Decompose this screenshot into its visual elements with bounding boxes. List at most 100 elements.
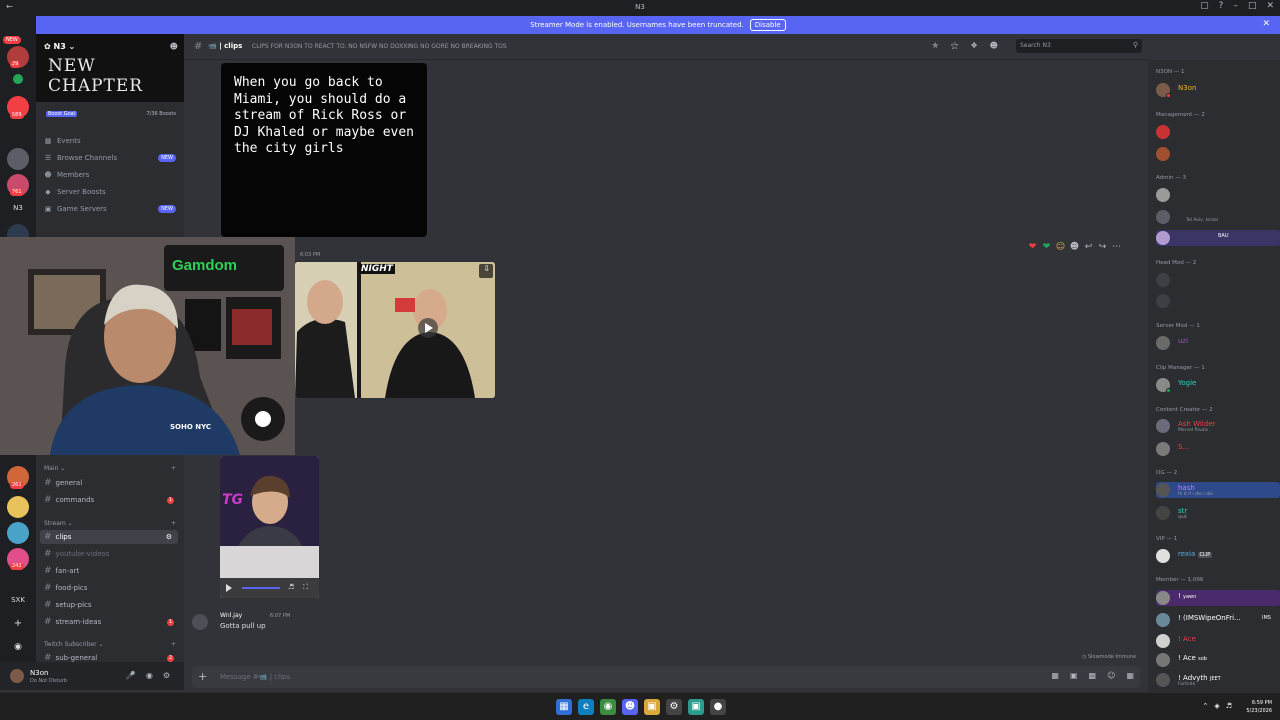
text-image-attachment[interactable]: When you go back to Miami, you should do… [221, 63, 427, 237]
message-composer[interactable]: + Message #📹 | clips ▦ ▣ ▩ ☺ ▦ [192, 666, 1140, 688]
message-author[interactable]: Wnl.jay [220, 612, 242, 619]
member-item[interactable]: ! Ace [1156, 633, 1280, 649]
discover-icon[interactable]: ◉ [6, 642, 30, 652]
category-twitch-subscriber[interactable]: Twitch Subscriber ⌄ + [44, 641, 176, 648]
channel-setup-pics[interactable]: # setup-pics [40, 598, 178, 612]
emoji-icon[interactable]: ☺ [1107, 671, 1115, 680]
nav-game-servers[interactable]: ▣ Game Servers NEW [44, 205, 176, 213]
member-item[interactable]: Tel Aviv, Israel [1156, 209, 1280, 225]
volume-icon[interactable]: ♬ [288, 583, 294, 591]
member-item[interactable]: str quit [1156, 505, 1280, 521]
nav-server-boosts[interactable]: ◆ Server Boosts [44, 188, 176, 196]
settings-icon[interactable]: ⚙ [166, 533, 172, 541]
member-item[interactable]: S... [1156, 441, 1280, 457]
server-icon[interactable] [13, 74, 23, 84]
add-channel-icon[interactable]: + [171, 465, 176, 472]
threads-icon[interactable]: ✯ [932, 41, 939, 51]
clock[interactable]: 6:59 PM 5/23/2026 [1246, 699, 1272, 715]
channel-fan-art[interactable]: # fan-art [40, 564, 178, 578]
member-item[interactable]: ! (IMSWipeOnFri... IMS [1156, 612, 1280, 628]
member-item[interactable]: hash fk it if i die i die [1156, 482, 1280, 498]
member-item[interactable]: ! Ace sob [1156, 652, 1280, 668]
pin-icon[interactable]: ❖ [970, 41, 977, 51]
close-window-icon[interactable]: ✕ [1266, 1, 1274, 11]
server-n3[interactable]: N3 [6, 204, 30, 212]
channel-topic[interactable]: CLIPS FOR N3ON TO REACT TO. NO NSFW NO D… [252, 43, 507, 50]
maximize-icon[interactable]: □ [1248, 1, 1257, 11]
disable-button[interactable]: Disable [749, 19, 786, 31]
add-reaction-icon[interactable]: ☻ [1069, 242, 1080, 252]
emoji-icon[interactable]: ☺ [1055, 242, 1066, 252]
attach-icon[interactable]: + [198, 670, 207, 683]
channel-youtube-videos[interactable]: # youtube-videos [40, 547, 178, 561]
app-icon[interactable]: ● [710, 699, 726, 715]
member-item[interactable] [1156, 293, 1280, 309]
server-icon[interactable] [7, 522, 29, 544]
server-icon[interactable] [7, 148, 29, 170]
close-banner-icon[interactable]: ✕ [1262, 19, 1270, 29]
member-item[interactable]: uzi [1156, 335, 1280, 351]
add-channel-icon[interactable]: + [171, 520, 176, 527]
volume-icon[interactable]: ♬ [1226, 702, 1232, 710]
minimize-icon[interactable]: – [1233, 1, 1238, 11]
chrome-icon[interactable]: ◉ [600, 699, 616, 715]
member-item[interactable] [1156, 272, 1280, 288]
search-input[interactable]: Search N3 ⚲ [1016, 39, 1142, 53]
server-icon[interactable] [7, 496, 29, 518]
fullscreen-icon[interactable]: ⛶ [303, 583, 308, 592]
tray-expand-icon[interactable]: ⌃ [1202, 702, 1208, 710]
member-item[interactable]: N3on [1156, 82, 1280, 98]
channel-general[interactable]: # general [40, 476, 178, 490]
member-item[interactable] [1156, 146, 1280, 162]
network-icon[interactable]: ◈ [1214, 702, 1219, 710]
app-icon[interactable]: ⚙ [666, 699, 682, 715]
start-icon[interactable]: ▦ [556, 699, 572, 715]
user-name[interactable]: N3on [30, 669, 48, 677]
avatar[interactable] [10, 669, 24, 683]
microphone-icon[interactable]: 🎤 [126, 671, 136, 680]
channel-clips[interactable]: # clips ⚙ [40, 530, 178, 544]
more-icon[interactable]: ⋯ [1111, 242, 1122, 252]
app-icon[interactable]: ▣ [688, 699, 704, 715]
channel-food-pics[interactable]: # food-pics [40, 581, 178, 595]
edge-icon[interactable]: e [578, 699, 594, 715]
invite-icon[interactable]: ☻ [170, 42, 178, 51]
forward-icon[interactable]: ↪ [1097, 242, 1108, 252]
sticker-icon[interactable]: ▩ [1089, 671, 1097, 680]
server-header[interactable]: ✿ N3 ⌄ ☻ NEW CHAPTER [36, 34, 184, 102]
heart-icon[interactable]: ❤ [1027, 242, 1038, 252]
gift-icon[interactable]: ▦ [1051, 671, 1059, 680]
headphones-icon[interactable]: ◉ [146, 671, 153, 680]
boost-goal[interactable]: Boost Goal 7/36 Boosts [42, 108, 178, 120]
message-input[interactable]: Message #📹 | clips [220, 673, 290, 681]
member-item[interactable]: Ash Wilder Marvel Rivals [1156, 418, 1280, 434]
server-sxk[interactable]: SXK [6, 596, 30, 604]
settings-icon[interactable]: ⚙ [163, 671, 170, 680]
folder-icon[interactable]: ▣ [644, 699, 660, 715]
category-stream[interactable]: Stream ⌄ + [44, 520, 176, 527]
reply-icon[interactable]: ↩ [1083, 242, 1094, 252]
notification-icon[interactable]: ⚝ [951, 41, 959, 51]
member-item[interactable] [1156, 124, 1280, 140]
green-heart-icon[interactable]: ❤ [1041, 242, 1052, 252]
apps-icon[interactable]: ▦ [1126, 671, 1134, 680]
member-item[interactable] [1156, 187, 1280, 203]
category-main[interactable]: Main ⌄ + [44, 465, 176, 472]
video-attachment[interactable]: NIGHT ⇩ [295, 262, 495, 398]
nav-browse-channels[interactable]: ☰ Browse Channels NEW [44, 154, 176, 162]
inbox-icon[interactable]: ▢ [1200, 1, 1209, 11]
nav-events[interactable]: ▦ Events [44, 137, 176, 145]
add-channel-icon[interactable]: + [171, 641, 176, 648]
download-icon[interactable]: ⇩ [483, 264, 490, 273]
channel-commands[interactable]: # commands 1 [40, 493, 178, 507]
nav-members[interactable]: ☻ Members [44, 171, 176, 179]
member-item[interactable]: BAU [1156, 230, 1280, 246]
video-attachment[interactable]: TG ♬ ⛶ [220, 456, 319, 598]
member-item[interactable]: Yogie [1156, 377, 1280, 393]
gif-icon[interactable]: ▣ [1070, 671, 1078, 680]
member-item[interactable]: rexia CLIP [1156, 548, 1280, 564]
help-icon[interactable]: ? [1219, 1, 1224, 11]
member-list-icon[interactable]: ☻ [990, 41, 998, 51]
channel-stream-ideas[interactable]: # stream-ideas 1 [40, 615, 178, 629]
add-server-icon[interactable]: + [6, 618, 30, 629]
